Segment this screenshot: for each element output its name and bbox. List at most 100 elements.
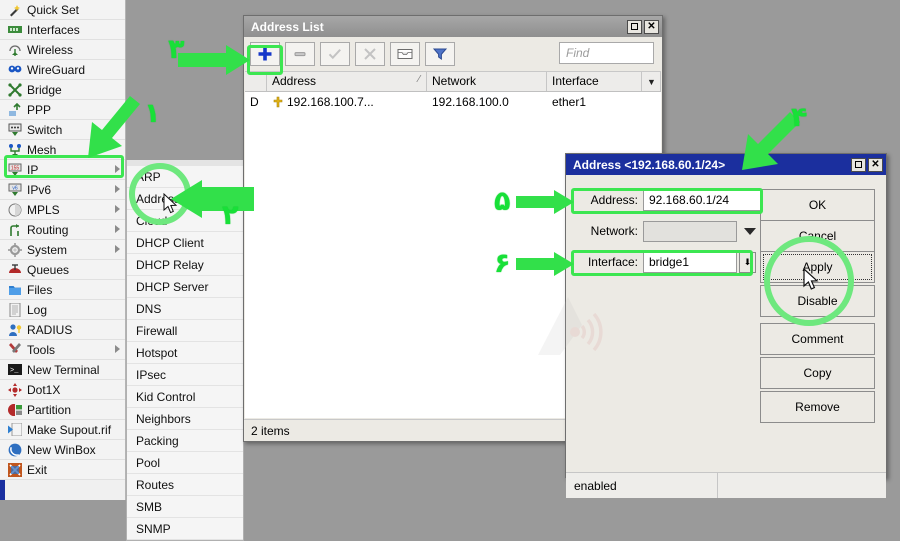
sidebar-item-exit[interactable]: Exit — [0, 460, 125, 480]
address-field-value: 92.168.60.1/24 — [649, 193, 730, 207]
chevron-right-icon — [115, 165, 120, 173]
supout-icon — [7, 422, 22, 437]
table-header-interface[interactable]: Interface — [547, 72, 642, 91]
ip-submenu-label: DNS — [136, 301, 162, 316]
disable-button[interactable]: Disable — [760, 285, 875, 317]
sidebar-item-queues[interactable]: Queues — [0, 260, 125, 280]
sidebar-item-mpls[interactable]: MPLS — [0, 200, 125, 220]
ip-submenu-arp[interactable]: ARP — [127, 166, 243, 188]
sidebar-item-routing[interactable]: Routing — [0, 220, 125, 240]
sidebar-item-tools[interactable]: Tools — [0, 340, 125, 360]
ip-submenu-cloud[interactable]: Cloud — [127, 210, 243, 232]
address-list-filter-button[interactable] — [425, 42, 455, 66]
ip-submenu-dhcp-server[interactable]: DHCP Server — [127, 276, 243, 298]
interface-field[interactable]: bridge1 — [643, 251, 737, 273]
sidebar-item-system[interactable]: System — [0, 240, 125, 260]
wireguard-icon — [7, 62, 22, 77]
sidebar-item-ppp[interactable]: PPP — [0, 100, 125, 120]
sidebar-item-bridge[interactable]: Bridge — [0, 80, 125, 100]
address-list-item-count: 2 items — [251, 423, 290, 438]
table-row[interactable]: D 192.168.100.7... 192.168.100.0 ether1 — [245, 92, 661, 112]
row-interface: ether1 — [552, 95, 587, 109]
address-dialog-title: Address <192.168.60.1/24> — [573, 157, 726, 172]
maximize-icon[interactable] — [851, 157, 866, 172]
sidebar-item-dot1x[interactable]: Dot1X — [0, 380, 125, 400]
folder-icon — [7, 282, 22, 297]
ok-button-label: OK — [808, 198, 827, 212]
close-icon[interactable]: ✕ — [868, 157, 883, 172]
winbox-icon — [7, 442, 22, 457]
sidebar-item-files[interactable]: Files — [0, 280, 125, 300]
ip-submenu-pool[interactable]: Pool — [127, 452, 243, 474]
table-column-chooser[interactable]: ▼ — [642, 72, 661, 91]
chevron-right-icon — [115, 345, 120, 353]
ip-submenu-snmp[interactable]: SNMP — [127, 518, 243, 540]
remove-button[interactable]: Remove — [760, 391, 875, 423]
address-field[interactable]: 92.168.60.1/24 — [643, 189, 765, 211]
address-list-comment-button[interactable] — [390, 42, 420, 66]
address-dialog-titlebar[interactable]: Address <192.168.60.1/24> ✕ — [566, 154, 886, 175]
chevron-down-icon[interactable] — [744, 227, 756, 235]
sidebar-item-label: Make Supout.rif — [27, 422, 112, 437]
sidebar-item-new-winbox[interactable]: New WinBox — [0, 440, 125, 460]
table-header-flags[interactable] — [245, 72, 267, 91]
cancel-button[interactable]: Cancel — [760, 220, 875, 252]
comment-button[interactable]: Comment — [760, 323, 875, 355]
ok-button[interactable]: OK — [760, 189, 875, 221]
sidebar-item-ip[interactable]: 155 IP — [0, 160, 125, 180]
find-placeholder: Find — [566, 46, 590, 60]
sidebar-item-label: New Terminal — [27, 362, 100, 377]
interface-dropdown-icon[interactable]: ⬇ — [739, 251, 756, 273]
maximize-icon[interactable] — [627, 19, 642, 34]
table-header-network[interactable]: Network — [427, 72, 547, 91]
copy-button[interactable]: Copy — [760, 357, 875, 389]
ip-submenu-routes[interactable]: Routes — [127, 474, 243, 496]
ip-submenu-dhcp-relay[interactable]: DHCP Relay — [127, 254, 243, 276]
address-dialog-status-spare — [718, 473, 886, 498]
ip-submenu-firewall[interactable]: Firewall — [127, 320, 243, 342]
sidebar-item-switch[interactable]: Switch — [0, 120, 125, 140]
mpls-icon — [7, 202, 22, 217]
sidebar-item-make-supout-rif[interactable]: Make Supout.rif — [0, 420, 125, 440]
sidebar-item-radius[interactable]: RADIUS — [0, 320, 125, 340]
sidebar-item-wireguard[interactable]: WireGuard — [0, 60, 125, 80]
ip-submenu-dns[interactable]: DNS — [127, 298, 243, 320]
close-icon[interactable]: ✕ — [644, 19, 659, 34]
address-list-titlebar[interactable]: Address List ✕ — [244, 16, 662, 37]
ip-submenu-label: Routes — [136, 477, 175, 492]
chevron-right-icon — [115, 225, 120, 233]
address-list-remove-button[interactable] — [285, 42, 315, 66]
apply-button[interactable]: Apply — [760, 251, 875, 283]
step-number-1: ۱ — [144, 98, 161, 129]
address-field-row: Address: 92.168.60.1/24 — [576, 189, 765, 211]
sidebar-item-log[interactable]: Log — [0, 300, 125, 320]
sidebar-item-mesh[interactable]: Mesh — [0, 140, 125, 160]
ip-submenu-addresses[interactable]: Addresses — [127, 188, 243, 210]
ip-submenu-kid-control[interactable]: Kid Control — [127, 386, 243, 408]
ip-submenu-smb[interactable]: SMB — [127, 496, 243, 518]
address-list-enable-button[interactable] — [320, 42, 350, 66]
ip-submenu-hotspot[interactable]: Hotspot — [127, 342, 243, 364]
ip-submenu-dhcp-client[interactable]: DHCP Client — [127, 232, 243, 254]
address-dialog[interactable]: Address <192.168.60.1/24> ✕ Address: 92.… — [565, 153, 887, 498]
sidebar-item-label: IPv6 — [27, 182, 52, 197]
sidebar-item-label: RADIUS — [27, 322, 73, 337]
radius-icon — [7, 322, 22, 337]
sidebar-item-interfaces[interactable]: Interfaces — [0, 20, 125, 40]
chevron-right-icon — [115, 245, 120, 253]
sidebar-item-wireless[interactable]: Wireless — [0, 40, 125, 60]
address-list-add-button[interactable] — [250, 42, 280, 66]
network-field[interactable] — [643, 220, 737, 242]
ip-submenu-ipsec[interactable]: IPsec — [127, 364, 243, 386]
ip-submenu-packing[interactable]: Packing — [127, 430, 243, 452]
ip-submenu-neighbors[interactable]: Neighbors — [127, 408, 243, 430]
sidebar-item-ipv6[interactable]: v6 IPv6 — [0, 180, 125, 200]
table-header-address[interactable]: Address ⁄ — [267, 72, 427, 91]
routing-icon — [7, 222, 22, 237]
sidebar-item-new-terminal[interactable]: >_ New Terminal — [0, 360, 125, 380]
ip-submenu-label: Cloud — [136, 213, 168, 228]
sidebar-item-partition[interactable]: Partition — [0, 400, 125, 420]
address-list-find-input[interactable]: Find — [559, 42, 654, 64]
sidebar-item-quick-set[interactable]: Quick Set — [0, 0, 125, 20]
address-list-disable-button[interactable] — [355, 42, 385, 66]
